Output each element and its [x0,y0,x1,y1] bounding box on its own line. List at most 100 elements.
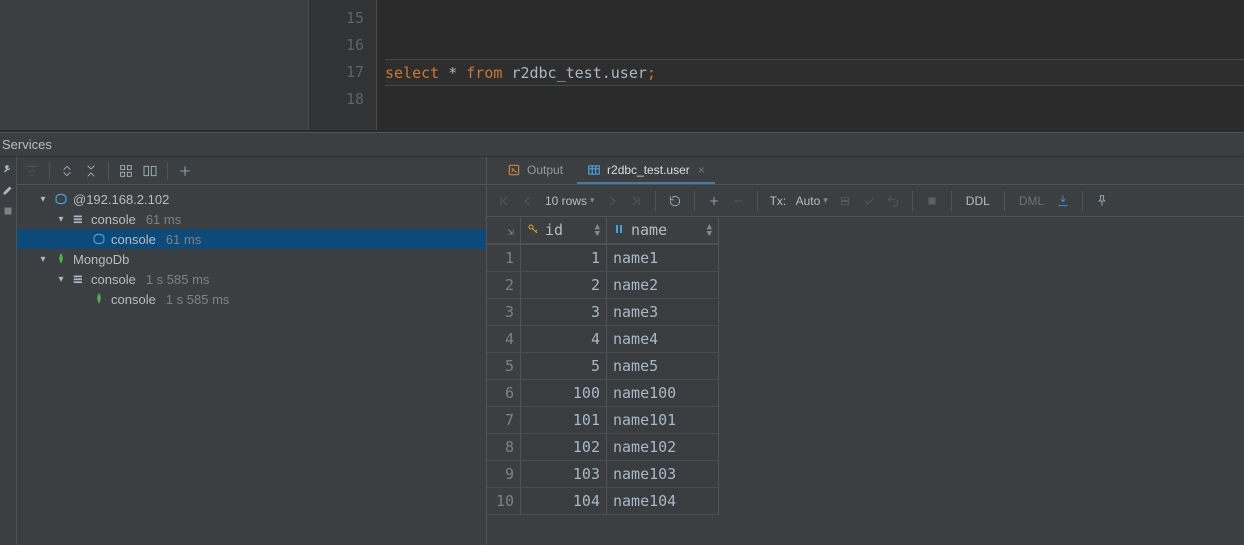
sql-text: * [439,64,466,82]
editor: 15 16 17 18 select * from r2dbc_test.use… [0,0,1244,130]
table-row[interactable]: 11name1 [487,245,719,272]
table-row[interactable]: 9103name103 [487,461,719,488]
chevron-down-icon: ▾ [590,195,595,206]
services-tree[interactable]: ▾@192.168.2.102▾console61 msconsole61 ms… [17,185,486,545]
rownum-cell: 2 [487,272,521,299]
expand-button[interactable] [56,160,78,182]
tree-row[interactable]: ▾console61 ms [17,209,486,229]
table-row[interactable]: 8102name102 [487,434,719,461]
prev-page-button[interactable] [517,190,539,212]
cell-name[interactable]: name104 [607,488,719,515]
rownum-header[interactable]: ⇲ [487,217,521,244]
page-size-label: 10 rows [545,194,587,208]
add-button[interactable] [174,160,196,182]
result-grid[interactable]: ⇲id▲▼name▲▼11name122name233name344name45… [487,217,1244,545]
tree-row[interactable]: console61 ms [17,229,486,249]
sql-ident: r2dbc_test.user [511,64,646,82]
next-page-button[interactable] [601,190,623,212]
code-area[interactable]: select * from r2dbc_test.user; [377,0,1244,130]
tree-caret[interactable]: ▾ [37,254,49,265]
ddl-button[interactable]: DDL [960,194,996,208]
collapse-button[interactable] [80,160,102,182]
cell-name[interactable]: name2 [607,272,719,299]
cell-id[interactable]: 5 [521,353,607,380]
first-page-button[interactable] [493,190,515,212]
result-tab[interactable]: Output [497,157,573,184]
cell-name[interactable]: name1 [607,245,719,272]
pencil-icon[interactable] [2,184,14,199]
tree-row[interactable]: ▾MongoDb [17,249,486,269]
cell-id[interactable]: 3 [521,299,607,326]
table-row[interactable]: 7101name101 [487,407,719,434]
group-button[interactable] [115,160,137,182]
sort-handle[interactable]: ▲▼ [595,224,600,238]
revert-button[interactable] [882,190,904,212]
cell-id[interactable]: 1 [521,245,607,272]
column-label: id [545,217,563,244]
rownum-cell: 4 [487,326,521,353]
gutter-line[interactable]: 18 [309,86,376,113]
cell-id[interactable]: 4 [521,326,607,353]
remove-row-button[interactable] [727,190,749,212]
submit-button[interactable] [858,190,880,212]
result-tab[interactable]: r2dbc_test.user× [577,157,715,184]
gutter-line[interactable]: 15 [309,5,376,32]
cell-name[interactable]: name5 [607,353,719,380]
gutter-line[interactable]: 16 [309,32,376,59]
square-icon[interactable] [2,205,14,220]
page-size-dropdown[interactable]: 10 rows ▾ [541,194,599,208]
close-icon[interactable]: × [698,163,705,177]
sql-punct: ; [647,64,656,82]
cell-name[interactable]: name101 [607,407,719,434]
column-header-name[interactable]: name▲▼ [607,217,719,244]
last-page-button[interactable] [625,190,647,212]
export-button[interactable] [1052,190,1074,212]
services-header[interactable]: Services [0,133,1244,157]
tx-mode-dropdown[interactable]: Tx: Auto ▾ [766,194,832,208]
table-row[interactable]: 10104name104 [487,488,719,515]
table-icon [587,163,601,177]
tree-row[interactable]: ▾console1 s 585 ms [17,269,486,289]
column-header-id[interactable]: id ▲▼ [521,217,607,244]
db-commit-button[interactable] [834,190,856,212]
sort-handle[interactable]: ▲▼ [707,224,712,238]
key-icon [527,217,539,244]
output-icon [507,163,521,177]
cell-name[interactable]: name4 [607,326,719,353]
cell-id[interactable]: 101 [521,407,607,434]
table-row[interactable]: 44name4 [487,326,719,353]
cell-name[interactable]: name102 [607,434,719,461]
mongo-icon [53,252,69,266]
table-row[interactable]: 33name3 [487,299,719,326]
corner-icon: ⇲ [507,225,514,238]
rownum-cell: 10 [487,488,521,515]
table-row[interactable]: 6100name100 [487,380,719,407]
wrench-icon[interactable] [2,163,14,178]
cell-id[interactable]: 102 [521,434,607,461]
editor-left-rail [0,0,17,130]
tab-label: Output [527,163,563,177]
tree-caret[interactable]: ▾ [55,274,67,285]
gutter-line[interactable]: 17 [309,59,376,86]
add-row-button[interactable] [703,190,725,212]
cell-name[interactable]: name103 [607,461,719,488]
pin-button[interactable] [1091,190,1113,212]
cell-name[interactable]: name100 [607,380,719,407]
cell-name[interactable]: name3 [607,299,719,326]
cell-id[interactable]: 103 [521,461,607,488]
filter-button[interactable] [21,160,43,182]
tree-row[interactable]: ▾@192.168.2.102 [17,189,486,209]
dml-button[interactable]: DML [1013,194,1050,208]
layout-button[interactable] [139,160,161,182]
refresh-button[interactable] [664,190,686,212]
tree-row[interactable]: console1 s 585 ms [17,289,486,309]
stop-button[interactable] [921,190,943,212]
cell-id[interactable]: 2 [521,272,607,299]
tree-caret[interactable]: ▾ [55,214,67,225]
cell-id[interactable]: 104 [521,488,607,515]
tree-caret[interactable]: ▾ [37,194,49,205]
editor-sidebar [17,0,309,130]
table-row[interactable]: 22name2 [487,272,719,299]
cell-id[interactable]: 100 [521,380,607,407]
table-row[interactable]: 55name5 [487,353,719,380]
